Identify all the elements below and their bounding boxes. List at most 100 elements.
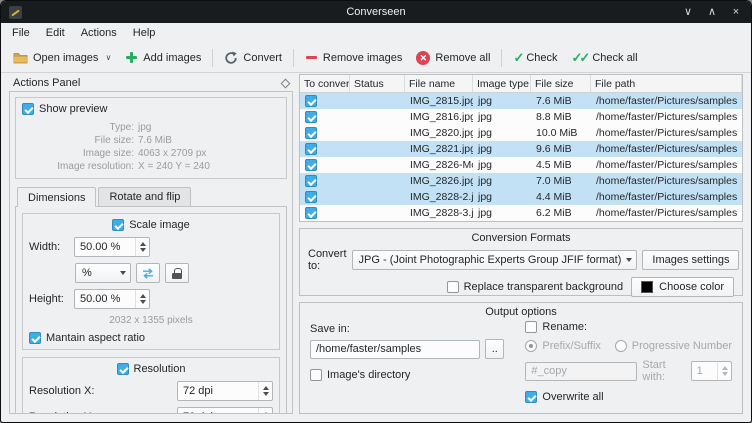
table-row[interactable]: IMG_2821.jpg jpg 9.6 MiB/home/faster/Pictu…: [300, 141, 742, 157]
resolution-x-spinbox[interactable]: 72 dpi: [177, 381, 273, 401]
table-cell: jpg: [478, 159, 493, 171]
save-in-input[interactable]: [310, 339, 481, 359]
remove-images-button[interactable]: Remove images: [298, 47, 409, 68]
table-row[interactable]: IMG_2826.jpg jpg 7.0 MiB/home/faster/Pictu…: [300, 173, 742, 189]
progressive-number-row[interactable]: Progressive Number: [614, 340, 732, 352]
column-header-image-type[interactable]: Image type: [473, 75, 531, 92]
images-directory-label: Image's directory: [327, 369, 411, 381]
resolution-checkbox[interactable]: [116, 363, 129, 375]
close-icon[interactable]: ×: [729, 2, 743, 22]
replace-transparent-row[interactable]: Replace transparent background: [446, 281, 624, 293]
column-header-file-size[interactable]: File size: [531, 75, 591, 92]
remove-all-icon: ✕: [416, 50, 431, 65]
table-cell: jpg: [478, 175, 493, 187]
images-directory-row[interactable]: Image's directory: [310, 369, 504, 381]
maintain-aspect-row[interactable]: Mantain aspect ratio: [29, 332, 273, 344]
choose-color-button[interactable]: Choose color: [631, 277, 734, 297]
prefix-suffix-label: Prefix/Suffix: [542, 340, 601, 352]
file-table: To convert Status File name Image type F…: [299, 74, 743, 222]
show-preview-row[interactable]: Show preview: [22, 103, 280, 115]
refresh-button[interactable]: [136, 263, 160, 283]
overwrite-all-checkbox[interactable]: [525, 391, 538, 403]
open-images-dropdown-icon[interactable]: ∨: [105, 53, 111, 62]
minimize-icon[interactable]: ∨: [681, 2, 695, 22]
table-row[interactable]: IMG_2828-3.jpg jpg 6.2 MiB/home/faster/Pic…: [300, 205, 742, 221]
to-convert-checkbox[interactable]: [305, 191, 317, 203]
maintain-aspect-checkbox[interactable]: [29, 332, 41, 344]
column-header-to-convert[interactable]: To convert: [300, 75, 350, 92]
lock-aspect-button[interactable]: [165, 263, 189, 283]
tab-rotate-flip[interactable]: Rotate and flip: [98, 187, 192, 206]
to-convert-checkbox[interactable]: [305, 95, 317, 107]
menu-file[interactable]: File: [4, 25, 38, 41]
table-cell: /home/faster/Pictures/samples: [596, 159, 738, 171]
table-row[interactable]: IMG_2828-2.jpg jpg 4.4 MiB/home/faster/Pic…: [300, 189, 742, 205]
menubar: File Edit Actions Help: [1, 23, 751, 43]
height-spinbox[interactable]: 50.00 %: [74, 289, 150, 309]
menu-help[interactable]: Help: [125, 25, 164, 41]
replace-transparent-label: Replace transparent background: [463, 281, 624, 293]
remove-all-button[interactable]: ✕ Remove all: [409, 47, 497, 69]
dock-float-icon[interactable]: [280, 78, 291, 88]
rename-label: Rename:: [542, 321, 588, 333]
table-cell: IMG_2820.jpg: [410, 127, 473, 139]
width-spinbox[interactable]: 50.00 %: [74, 237, 150, 257]
progressive-number-radio[interactable]: [614, 340, 627, 352]
format-combobox[interactable]: JPG - (Joint Photographic Experts Group …: [351, 250, 638, 270]
scale-image-checkbox[interactable]: [112, 219, 125, 231]
convert-button[interactable]: Convert: [217, 47, 289, 69]
resolution-y-spinbox[interactable]: 72 dpi: [177, 407, 273, 413]
check-button[interactable]: ✓ Check: [506, 47, 564, 68]
rename-pattern-input[interactable]: [525, 361, 638, 381]
start-with-spinbox[interactable]: 1: [690, 361, 732, 381]
prefix-suffix-radio[interactable]: [525, 340, 538, 352]
column-header-file-name[interactable]: File name: [405, 75, 473, 92]
table-cell: /home/faster/Pictures/samples: [596, 95, 738, 107]
checkmark-icon: ✓: [513, 50, 524, 65]
to-convert-checkbox[interactable]: [305, 175, 317, 187]
column-header-status[interactable]: Status: [350, 75, 405, 92]
menu-edit[interactable]: Edit: [38, 25, 73, 41]
browse-button[interactable]: ..: [485, 339, 505, 359]
menu-actions[interactable]: Actions: [73, 25, 125, 41]
rename-row[interactable]: Rename:: [525, 321, 732, 333]
replace-transparent-checkbox[interactable]: [446, 281, 459, 293]
to-convert-checkbox[interactable]: [305, 143, 317, 155]
add-images-button[interactable]: Add images: [118, 47, 208, 68]
table-cell: 4.4 MiB: [536, 191, 572, 203]
to-convert-checkbox[interactable]: [305, 159, 317, 171]
table-cell: /home/faster/Pictures/samples: [596, 191, 738, 203]
table-cell: jpg: [478, 143, 493, 155]
titlebar[interactable]: Converseen ∨ ∧ ×: [1, 1, 751, 23]
to-convert-checkbox[interactable]: [305, 111, 317, 123]
table-cell: /home/faster/Pictures/samples: [596, 175, 738, 187]
remove-all-label: Remove all: [435, 51, 491, 64]
scale-image-row[interactable]: Scale image: [29, 219, 273, 231]
tab-dimensions[interactable]: Dimensions: [17, 187, 97, 207]
table-row[interactable]: IMG_2826-Mo... jpg 4.5 MiB/home/faster/Pic…: [300, 157, 742, 173]
show-preview-checkbox[interactable]: [22, 103, 34, 115]
check-all-button[interactable]: ✓✓ Check all: [565, 47, 645, 68]
table-row[interactable]: IMG_2815.jpg jpg 7.6 MiB/home/faster/Pictu…: [300, 93, 742, 109]
toolbar: Open images ∨ Add images Convert Remove …: [1, 43, 751, 73]
column-header-file-path[interactable]: File path: [591, 75, 742, 92]
to-convert-checkbox[interactable]: [305, 127, 317, 139]
convert-icon: [224, 50, 238, 65]
table-row[interactable]: IMG_2820.jpg jpg 10.0 MiB/home/faster/Pict…: [300, 125, 742, 141]
open-images-button[interactable]: Open images ∨: [6, 48, 118, 68]
file-table-header: To convert Status File name Image type F…: [300, 75, 742, 93]
images-settings-button[interactable]: Images settings: [642, 250, 740, 270]
convert-to-label: Convert to:: [308, 248, 347, 272]
image-resolution-value: X = 240 Y = 240: [138, 161, 210, 172]
rename-checkbox[interactable]: [525, 321, 538, 333]
table-cell: 7.6 MiB: [536, 95, 572, 107]
to-convert-checkbox[interactable]: [305, 207, 317, 219]
images-directory-checkbox[interactable]: [310, 369, 322, 381]
overwrite-all-row[interactable]: Overwrite all: [525, 391, 732, 403]
dimensions-tabbar: Dimensions Rotate and flip: [15, 187, 287, 207]
prefix-suffix-row[interactable]: Prefix/Suffix: [525, 340, 601, 352]
maximize-icon[interactable]: ∧: [705, 2, 719, 22]
resolution-row[interactable]: Resolution: [29, 363, 273, 375]
table-row[interactable]: IMG_2816.jpg jpg 8.8 MiB/home/faster/Pictu…: [300, 109, 742, 125]
unit-combobox[interactable]: %: [75, 263, 131, 283]
